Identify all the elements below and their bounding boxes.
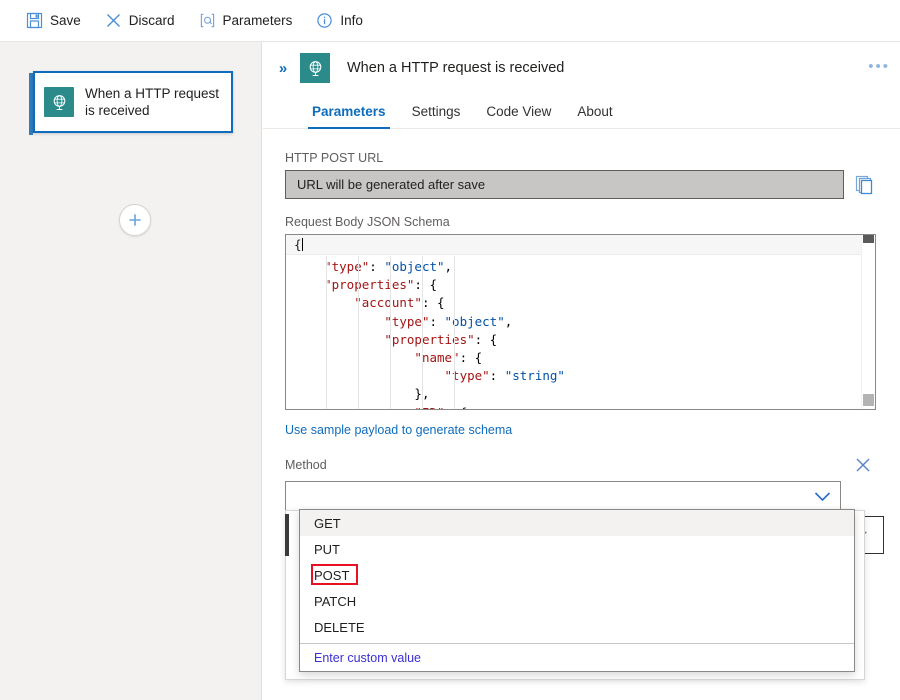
trigger-node-title-line1: When a HTTP request (85, 86, 219, 101)
logic-app-designer: Save Discard Parameters (0, 0, 900, 700)
http-post-url-input: URL will be generated after save (285, 170, 844, 199)
tab-about[interactable]: About (564, 104, 625, 128)
parameters-icon (199, 12, 216, 29)
schema-line-5: "properties": { (294, 331, 875, 349)
trigger-node-title-line2: is received (85, 103, 150, 118)
schema-line-6: "name": { (294, 349, 875, 367)
schema-line-3: "account": { (294, 294, 875, 312)
add-step-button[interactable] (119, 204, 151, 236)
schema-line-9: "ID": { (294, 404, 875, 410)
panel-body: HTTP POST URL URL will be generated afte… (263, 129, 900, 512)
request-body-schema-editor[interactable]: { "type": "object", "properties": { "acc… (285, 234, 876, 410)
command-bar: Save Discard Parameters (0, 0, 900, 42)
panel-tabs: Parameters Settings Code View About (263, 94, 900, 129)
collapse-panel-button[interactable]: » (272, 60, 294, 77)
field-focus-bar (285, 514, 289, 556)
schema-scrollbar[interactable] (861, 235, 875, 409)
info-button[interactable]: Info (306, 5, 373, 37)
http-post-url-label: HTTP POST URL (285, 151, 876, 165)
copy-icon[interactable] (854, 173, 876, 197)
trigger-detail-panel: » When a HTTP request is received ••• Pa… (263, 42, 900, 700)
panel-title: When a HTTP request is received (347, 60, 564, 76)
method-combobox[interactable] (285, 481, 841, 512)
schema-line-7: "type": "string" (294, 367, 875, 385)
tab-parameters[interactable]: Parameters (299, 104, 399, 128)
schema-line-0: { (286, 235, 875, 255)
http-post-url-row: URL will be generated after save (285, 170, 876, 199)
discard-icon (105, 12, 122, 29)
method-option-get[interactable]: GET (300, 510, 854, 536)
schema-scrollbar-thumb[interactable] (863, 235, 874, 243)
method-option-post[interactable]: POST (300, 562, 854, 588)
method-option-delete[interactable]: DELETE (300, 614, 854, 640)
http-request-icon (44, 87, 74, 117)
panel-http-request-icon (300, 53, 330, 83)
schema-line-8: }, (294, 385, 875, 403)
panel-overflow-menu-button[interactable]: ••• (868, 58, 890, 75)
trigger-node-title: When a HTTP request is received (85, 85, 219, 119)
discard-label: Discard (129, 13, 175, 28)
schema-line-2: "properties": { (294, 276, 875, 294)
schema-line-4: "type": "object", (294, 313, 875, 331)
use-sample-payload-link[interactable]: Use sample payload to generate schema (285, 423, 512, 437)
save-label: Save (50, 13, 81, 28)
designer-canvas: When a HTTP request is received (0, 42, 262, 700)
tab-code-view[interactable]: Code View (473, 104, 564, 128)
tab-settings[interactable]: Settings (399, 104, 474, 128)
request-body-schema-label: Request Body JSON Schema (285, 215, 876, 229)
info-icon (316, 12, 333, 29)
schema-line-1: "type": "object", (294, 258, 875, 276)
save-icon (26, 12, 43, 29)
plus-icon (127, 212, 143, 228)
panel-header: » When a HTTP request is received ••• (263, 42, 900, 94)
info-label: Info (340, 13, 363, 28)
save-button[interactable]: Save (16, 5, 91, 37)
method-label: Method (285, 458, 327, 472)
schema-scrollbar-marker[interactable] (863, 394, 874, 406)
close-icon (852, 454, 874, 476)
schema-code: "type": "object", "properties": { "accou… (286, 255, 875, 410)
enter-custom-value-link[interactable]: Enter custom value (300, 644, 854, 671)
trigger-node-card[interactable]: When a HTTP request is received (33, 71, 233, 133)
parameters-label: Parameters (223, 13, 293, 28)
method-header-row: Method (285, 454, 876, 476)
method-option-put[interactable]: PUT (300, 536, 854, 562)
discard-button[interactable]: Discard (95, 5, 185, 37)
parameters-button[interactable]: Parameters (189, 5, 303, 37)
method-option-patch[interactable]: PATCH (300, 588, 854, 614)
chevron-down-icon (814, 491, 831, 502)
method-field: Method (285, 454, 876, 512)
method-dropdown-list: GET PUT POST PATCH DELETE Enter custom v… (299, 509, 855, 672)
delete-parameter-button[interactable] (852, 454, 874, 476)
